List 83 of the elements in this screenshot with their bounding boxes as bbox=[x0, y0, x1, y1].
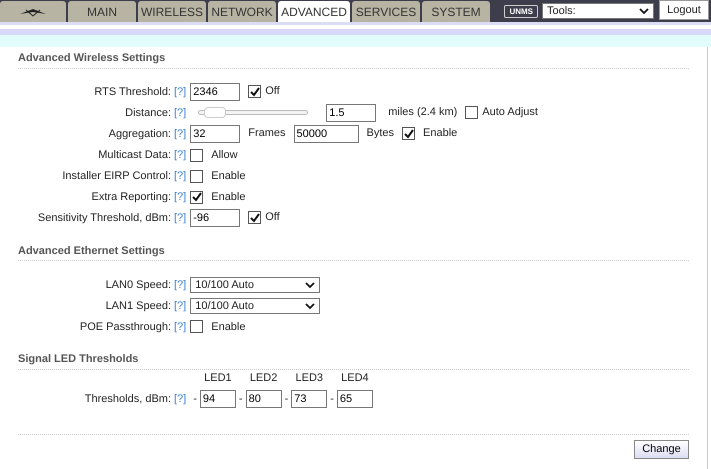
chevron-down-icon bbox=[639, 8, 649, 14]
input-field[interactable]: 94 bbox=[200, 390, 236, 408]
speed-select[interactable]: 10/100 Auto bbox=[190, 298, 320, 314]
minus-sign: - bbox=[238, 392, 243, 407]
field-label: POE Passthrough: bbox=[78, 320, 171, 334]
checkmark-icon bbox=[250, 212, 260, 222]
chevron-down-icon bbox=[305, 282, 316, 288]
checkbox-label: Enable bbox=[211, 320, 246, 334]
antenna-logo-icon bbox=[18, 6, 48, 16]
input-field[interactable]: 50000 bbox=[294, 124, 359, 142]
field-label: Sensitivity Threshold, dBm: bbox=[36, 211, 171, 226]
section-heading: Advanced Wireless Settings bbox=[18, 50, 689, 68]
unms-badge: UNMS bbox=[504, 4, 538, 18]
nav-tab[interactable]: WIRELESS bbox=[138, 1, 206, 22]
unit-label: Frames bbox=[248, 126, 286, 142]
unit-label: miles (2.4 km) bbox=[388, 105, 458, 120]
led-label: LED4 bbox=[341, 371, 369, 386]
section-heading: Advanced Ethernet Settings bbox=[18, 242, 689, 261]
help-link[interactable]: [?] bbox=[174, 147, 186, 164]
minus-sign: - bbox=[330, 392, 334, 407]
nav-tab[interactable]: ADVANCED bbox=[278, 1, 350, 22]
nav-tab[interactable]: SERVICES bbox=[352, 1, 420, 22]
nav-tab[interactable]: NETWORK bbox=[208, 1, 276, 22]
checkbox-label: Allow bbox=[211, 148, 238, 163]
checkmark-icon bbox=[250, 86, 260, 96]
checkbox[interactable] bbox=[190, 170, 204, 183]
help-link[interactable]: [?] bbox=[174, 210, 186, 226]
field-label: Thresholds, dBm: bbox=[84, 392, 171, 407]
slider-track[interactable] bbox=[198, 110, 308, 115]
help-link[interactable]: [?] bbox=[174, 126, 186, 142]
input-field[interactable]: 32 bbox=[190, 124, 240, 142]
checkbox-label: Auto Adjust bbox=[482, 105, 538, 120]
field-label: Distance: bbox=[124, 106, 171, 121]
field-label: RTS Threshold: bbox=[93, 85, 171, 100]
help-link[interactable]: [?] bbox=[174, 189, 186, 206]
checkbox[interactable] bbox=[190, 190, 204, 204]
checkbox[interactable] bbox=[465, 106, 478, 119]
slider-thumb[interactable] bbox=[204, 107, 226, 118]
checkbox[interactable] bbox=[248, 85, 262, 98]
section-heading: Signal LED Thresholds bbox=[18, 351, 689, 370]
input-field[interactable]: -96 bbox=[190, 208, 240, 226]
checkbox[interactable] bbox=[402, 127, 416, 140]
input-field[interactable]: 80 bbox=[246, 390, 282, 408]
field-label: Installer EIRP Control: bbox=[61, 169, 171, 184]
help-link[interactable]: [?] bbox=[174, 298, 186, 314]
led-label: LED3 bbox=[295, 371, 324, 386]
tools-select[interactable]: Tools: bbox=[542, 3, 654, 19]
checkbox-label: Off bbox=[265, 84, 280, 100]
input-field[interactable]: 2346 bbox=[190, 82, 240, 100]
nav-tab[interactable]: MAIN bbox=[68, 1, 136, 22]
checkmark-icon bbox=[404, 128, 414, 138]
unit-label: Bytes bbox=[366, 126, 394, 142]
led-label: LED2 bbox=[250, 371, 278, 386]
help-link[interactable]: [?] bbox=[174, 318, 186, 335]
led-label: LED1 bbox=[204, 371, 232, 386]
checkbox-label: Off bbox=[265, 210, 280, 226]
change-button[interactable]: Change bbox=[634, 440, 689, 458]
minus-sign: - bbox=[193, 392, 197, 407]
help-link[interactable]: [?] bbox=[174, 105, 186, 122]
field-label: Multicast Data: bbox=[97, 148, 171, 163]
speed-select[interactable]: 10/100 Auto bbox=[190, 277, 320, 293]
input-field[interactable]: 73 bbox=[291, 390, 328, 408]
field-label: Aggregation: bbox=[108, 127, 171, 142]
help-link[interactable]: [?] bbox=[174, 84, 186, 100]
checkbox[interactable] bbox=[190, 320, 204, 334]
checkbox[interactable] bbox=[190, 148, 204, 162]
checkbox-label: Enable bbox=[211, 169, 246, 184]
checkbox-label: Enable bbox=[211, 190, 246, 205]
field-label: Extra Reporting: bbox=[90, 190, 171, 205]
help-link[interactable]: [?] bbox=[174, 276, 186, 293]
logout-button[interactable]: Logout bbox=[659, 0, 709, 20]
nav-tab[interactable]: SYSTEM bbox=[422, 1, 490, 22]
checkmark-icon bbox=[192, 192, 202, 202]
field-label: LAN0 Speed: bbox=[104, 278, 171, 292]
input-field[interactable]: 65 bbox=[336, 390, 373, 408]
help-link[interactable]: [?] bbox=[174, 391, 186, 408]
input-field[interactable]: 1.5 bbox=[326, 104, 376, 122]
chevron-down-icon bbox=[305, 302, 316, 310]
help-link[interactable]: [?] bbox=[174, 168, 186, 184]
minus-sign: - bbox=[284, 392, 288, 407]
field-label: LAN1 Speed: bbox=[104, 298, 171, 314]
checkbox-label: Enable bbox=[423, 126, 458, 142]
checkbox[interactable] bbox=[248, 211, 262, 224]
